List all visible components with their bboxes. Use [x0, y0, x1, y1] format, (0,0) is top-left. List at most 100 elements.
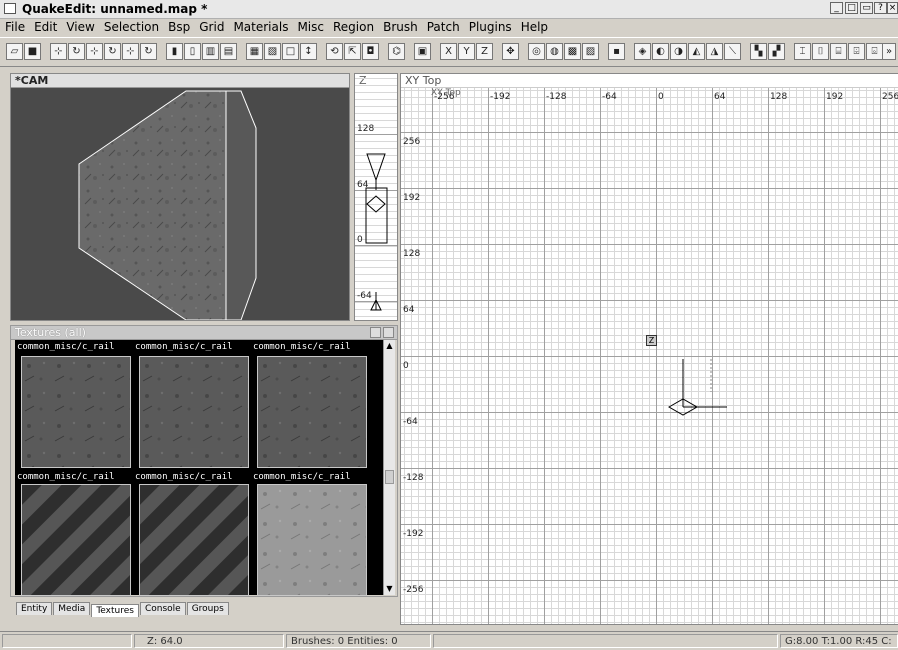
cubic-clip-icon[interactable]: ⌬: [388, 43, 405, 60]
rotate-z-icon[interactable]: ↻: [140, 43, 157, 60]
texture-thumbnail[interactable]: [139, 484, 249, 596]
menu-plugins[interactable]: Plugins: [464, 18, 516, 34]
patch-cone-icon[interactable]: ◈: [634, 43, 651, 60]
title-bar: QuakeEdit: unnamed.map * _ □ ▭ ? ×: [0, 0, 898, 19]
move-icon[interactable]: ✥: [502, 43, 519, 60]
pane-minimize-icon[interactable]: [370, 327, 381, 338]
texture-lock-icon[interactable]: ◘: [362, 43, 379, 60]
y-tick-label: 128: [403, 249, 420, 259]
x-tick-label: 256: [882, 92, 898, 102]
flip-z-icon[interactable]: ⊹: [122, 43, 139, 60]
camera-textured-icon[interactable]: ▩: [564, 43, 581, 60]
close-icon[interactable]: ×: [887, 2, 898, 14]
z-view[interactable]: Z 128 64 0 -64: [354, 73, 398, 321]
toolbar: ▱ ■ ⊹ ↻ ⊹ ↻ ⊹ ↻ ▮ ▯ ▥ ▤ ▦ ▧ □ ↕ ⟲ ⇱ ◘ ⌬ …: [0, 37, 898, 67]
plugin-icon[interactable]: ⌷: [812, 43, 829, 60]
region-icon[interactable]: ⌶: [794, 43, 811, 60]
plugin-4-icon[interactable]: ⌺: [866, 43, 883, 60]
menu-help[interactable]: Help: [516, 18, 552, 34]
toolbar-overflow-icon[interactable]: »: [882, 43, 896, 60]
x-tick-label: -128: [546, 92, 567, 102]
show-brushes-icon[interactable]: ▞: [768, 43, 785, 60]
patch-insert-icon[interactable]: ◑: [670, 43, 687, 60]
pane-close-icon[interactable]: [383, 327, 394, 338]
menu-view[interactable]: View: [61, 18, 98, 34]
menu-edit[interactable]: Edit: [29, 18, 61, 34]
menu-materials[interactable]: Materials: [228, 18, 292, 34]
flip-x-icon[interactable]: ⊹: [50, 43, 67, 60]
camera-render: [78, 90, 257, 320]
minimize-icon[interactable]: _: [830, 2, 843, 14]
scroll-thumb[interactable]: [385, 470, 394, 484]
tab-media[interactable]: Media: [53, 602, 91, 615]
menu-selection[interactable]: Selection: [99, 18, 163, 34]
patch-thicken-icon[interactable]: ◮: [706, 43, 723, 60]
texture-browser[interactable]: common_misc/c_rail common_misc/c_rail co…: [15, 340, 383, 596]
x-tick-label: 128: [770, 92, 787, 102]
clipper-icon[interactable]: ↕: [300, 43, 317, 60]
csg-subtract-icon[interactable]: ▧: [264, 43, 281, 60]
csg-hollow-icon[interactable]: ▦: [246, 43, 263, 60]
xy-overlay-label: XY Top: [431, 88, 461, 98]
texture-thumbnail[interactable]: [21, 356, 131, 468]
view-y-icon[interactable]: Y: [458, 43, 475, 60]
menu-brush[interactable]: Brush: [378, 18, 422, 34]
camera-render-icon[interactable]: ◍: [546, 43, 563, 60]
y-tick-label: 192: [403, 193, 420, 203]
y-tick-label: -128: [403, 473, 424, 483]
tab-console[interactable]: Console: [139, 602, 186, 615]
scroll-up-icon[interactable]: ▲: [384, 340, 395, 352]
save-icon[interactable]: ■: [24, 43, 41, 60]
menu-file[interactable]: File: [0, 18, 29, 34]
tab-entity[interactable]: Entity: [16, 602, 53, 615]
status-counts: Brushes: 0 Entities: 0: [286, 634, 431, 648]
xy-view[interactable]: XY Top -256 -192 -128 -64 0 64 128 192 256 256 192…: [400, 73, 898, 625]
texture-thumbnail[interactable]: [257, 484, 367, 596]
texture-thumbnail[interactable]: [21, 484, 131, 596]
z-marker[interactable]: Z: [646, 335, 657, 346]
scale-icon[interactable]: ⇱: [344, 43, 361, 60]
patch-curve-icon[interactable]: ◭: [688, 43, 705, 60]
texture-scrollbar[interactable]: ▲ ▼: [383, 340, 395, 595]
show-entities-icon[interactable]: ▚: [750, 43, 767, 60]
view-x-icon[interactable]: X: [440, 43, 457, 60]
patch-bend-icon[interactable]: ◐: [652, 43, 669, 60]
help-icon[interactable]: ?: [874, 2, 887, 14]
camera-marker-icon[interactable]: [661, 359, 741, 429]
scroll-down-icon[interactable]: ▼: [384, 583, 395, 595]
patch-wireframe-icon[interactable]: ⟍: [724, 43, 741, 60]
rotate-x-icon[interactable]: ↻: [68, 43, 85, 60]
plugin-2-icon[interactable]: ⌸: [830, 43, 847, 60]
status-bar: Z: 64.0 Brushes: 0 Entities: 0 G:8.00 T:…: [0, 631, 898, 650]
rotate-icon[interactable]: ⟲: [326, 43, 343, 60]
texture-thumbnail[interactable]: [139, 356, 249, 468]
select-complete-icon[interactable]: ▮: [166, 43, 183, 60]
menu-misc[interactable]: Misc: [292, 18, 328, 34]
camera-view[interactable]: *CAM: [10, 73, 350, 321]
menu-region[interactable]: Region: [328, 18, 378, 34]
change-views-icon[interactable]: ▣: [414, 43, 431, 60]
select-partial-icon[interactable]: ▥: [202, 43, 219, 60]
rotate-y-icon[interactable]: ↻: [104, 43, 121, 60]
entity-icon[interactable]: ▪: [608, 43, 625, 60]
menu-grid[interactable]: Grid: [194, 18, 228, 34]
camera-move-icon[interactable]: ◎: [528, 43, 545, 60]
select-inside-icon[interactable]: ▤: [220, 43, 237, 60]
menu-patch[interactable]: Patch: [422, 18, 464, 34]
flip-y-icon[interactable]: ⊹: [86, 43, 103, 60]
camera-lighting-icon[interactable]: ▨: [582, 43, 599, 60]
restore-icon[interactable]: ▭: [860, 2, 873, 14]
xy-grid: -256 -192 -128 -64 0 64 128 192 256 256 192 128 64 0 -…: [401, 88, 898, 624]
menu-bar: File Edit View Selection Bsp Grid Materials Mis…: [0, 18, 898, 36]
plugin-3-icon[interactable]: ⌹: [848, 43, 865, 60]
view-z-icon[interactable]: Z: [476, 43, 493, 60]
open-icon[interactable]: ▱: [6, 43, 23, 60]
y-tick-label: 256: [403, 137, 420, 147]
menu-bsp[interactable]: Bsp: [163, 18, 194, 34]
tab-groups[interactable]: Groups: [186, 602, 229, 615]
select-touching-icon[interactable]: ▯: [184, 43, 201, 60]
tab-textures[interactable]: Textures: [91, 604, 139, 617]
csg-merge-icon[interactable]: □: [282, 43, 299, 60]
texture-thumbnail[interactable]: [257, 356, 367, 468]
maximize-icon[interactable]: □: [845, 2, 858, 14]
